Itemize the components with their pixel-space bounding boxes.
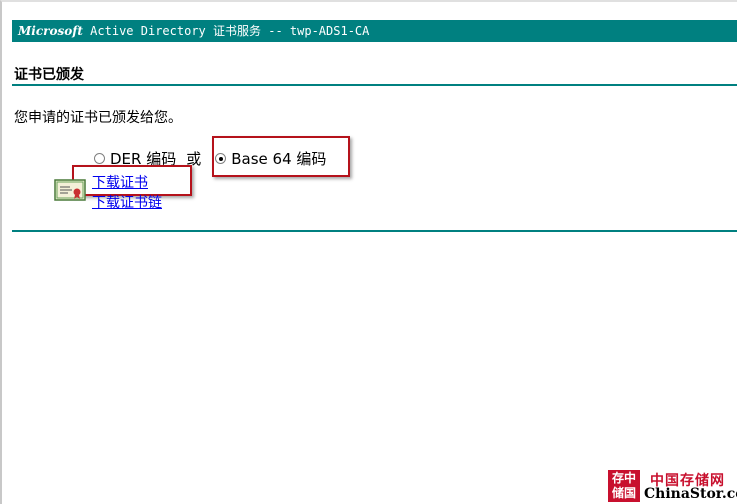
watermark-logo-line2: 储国 — [611, 486, 636, 500]
issued-message: 您申请的证书已颁发给您。 — [14, 110, 182, 126]
watermark: 存中 储国 中国存储网 ChinaStor.com — [608, 470, 737, 504]
der-radio[interactable] — [94, 153, 105, 164]
certificate-icon — [54, 179, 86, 201]
highlight-box-base64 — [212, 136, 350, 177]
header-bar: Microsoft Active Directory 证书服务 -- twp-A… — [12, 20, 737, 42]
watermark-logo: 存中 储国 — [608, 470, 640, 502]
page-title: 证书已颁发 — [14, 67, 84, 83]
microsoft-brand: Microsoft — [18, 24, 83, 38]
watermark-logo-line1: 存中 — [611, 471, 636, 485]
browser-page: Microsoft Active Directory 证书服务 -- twp-A… — [0, 0, 737, 504]
download-cert-link[interactable]: 下载证书 — [92, 173, 162, 193]
divider-top — [12, 84, 737, 86]
download-chain-link[interactable]: 下载证书链 — [92, 193, 162, 213]
header-title: Active Directory 证书服务 -- twp-ADS1-CA — [82, 24, 370, 38]
divider-bottom — [12, 230, 737, 232]
watermark-en-text: ChinaStor.com — [644, 486, 737, 502]
download-links: 下载证书 下载证书链 — [92, 173, 162, 213]
